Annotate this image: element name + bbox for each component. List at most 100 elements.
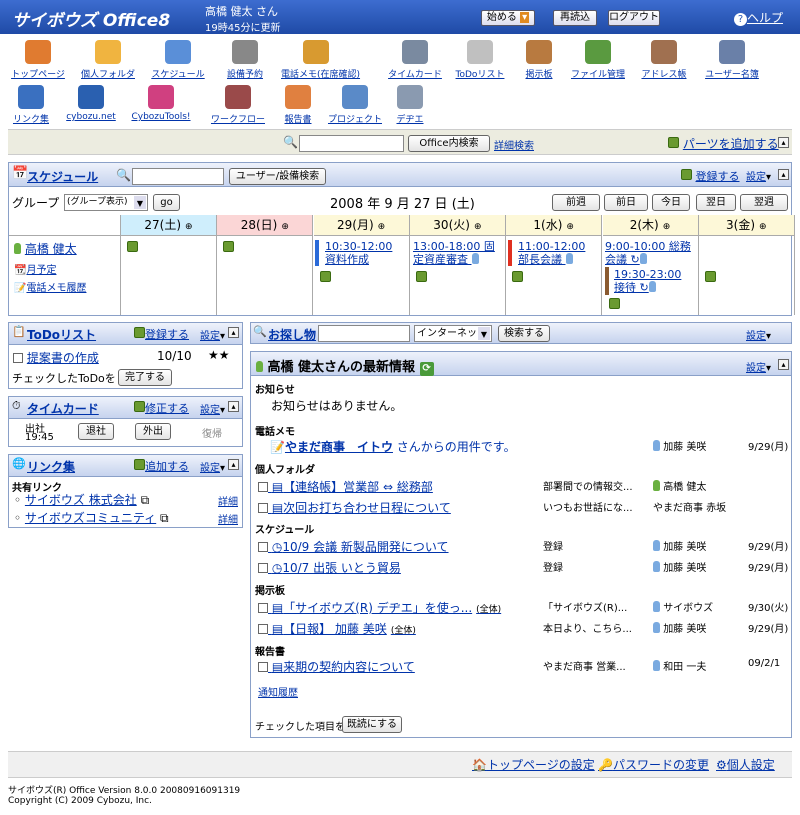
event-link[interactable]: 13:00-18:00 固定資産審査 <box>413 240 498 266</box>
schedule-title[interactable]: スケジュール <box>27 168 98 185</box>
day-header[interactable]: 30(火) ⊕ <box>409 215 506 235</box>
app-address-book[interactable]: アドレス帳 <box>629 40 699 80</box>
mark-read-button[interactable]: 既読にする <box>342 716 402 733</box>
reload-button[interactable]: 再読込 <box>553 10 597 26</box>
links-title[interactable]: リンク集 <box>27 458 75 475</box>
board-item[interactable]: ▤【日報】 加藤 美咲 (全体) <box>258 620 416 637</box>
app-label[interactable]: 個人フォルダ <box>73 67 143 80</box>
app-label[interactable]: ユーザー名簿 <box>697 67 767 80</box>
todo-register-link[interactable]: 登録する <box>134 326 189 342</box>
find-input[interactable] <box>318 325 410 342</box>
return-button[interactable]: 復帰 <box>202 425 222 440</box>
find-button[interactable]: 検索する <box>498 325 550 342</box>
group-select[interactable]: (グループ表示) ▼ <box>64 194 148 211</box>
checkbox[interactable] <box>258 603 268 613</box>
app-home[interactable]: トップページ <box>3 40 73 80</box>
go-out-button[interactable]: 外出 <box>135 423 171 440</box>
sched-item[interactable]: ◷10/9 会議 新製品開発について <box>258 538 449 555</box>
pencil-icon[interactable] <box>704 271 716 282</box>
office-search-button[interactable]: Office内検索 <box>408 135 490 152</box>
event-link[interactable]: 9:00-10:00 総務会議 ↻ <box>605 240 695 266</box>
app-file[interactable]: ファイル管理 <box>563 40 633 80</box>
top-page-settings-link[interactable]: 🏠トップページの設定 <box>472 756 595 773</box>
checkbox[interactable] <box>258 662 268 672</box>
app-label[interactable]: スケジュール <box>143 67 213 80</box>
app-label[interactable]: ファイル管理 <box>563 67 633 80</box>
cybozu-logo[interactable]: サイボウズ Office8 <box>12 6 170 31</box>
app-calendar[interactable]: スケジュール <box>143 40 213 80</box>
office-search-input[interactable] <box>299 135 404 152</box>
event-link[interactable]: 19:30-23:00 接待 ↻ <box>614 268 694 294</box>
app-facility[interactable]: 設備予約 <box>210 40 280 80</box>
refresh-icon[interactable]: ⟳ <box>419 362 434 376</box>
nav-1-button[interactable]: 前日 <box>604 194 648 211</box>
sched-item[interactable]: ◷10/7 出張 いとう貿易 <box>258 559 401 576</box>
find-settings-link[interactable]: 設定▾ <box>746 327 771 342</box>
event-link[interactable]: 10:30-12:00 資料作成 <box>325 240 400 266</box>
folder-title[interactable]: 次回お打ち合わせ日程について <box>283 501 451 515</box>
day-header[interactable]: 1(水) ⊕ <box>506 215 603 235</box>
app-tools[interactable]: CybozuTools! <box>126 85 196 122</box>
notification-history-link[interactable]: 通知履歴 <box>258 684 298 699</box>
collapse-icon[interactable]: ▴ <box>228 401 239 412</box>
detail-search-link[interactable]: 詳細検索 <box>494 137 534 152</box>
app-label[interactable]: 設備予約 <box>210 67 280 80</box>
add-parts-link[interactable]: パーツを追加する <box>668 135 779 152</box>
app-user-list[interactable]: ユーザー名簿 <box>697 40 767 80</box>
collapse-icon[interactable]: ▴ <box>778 169 789 180</box>
link-detail[interactable]: 詳細 <box>218 493 238 508</box>
app-phone-memo[interactable]: 電話メモ(在席確認) <box>281 40 360 80</box>
schedule-search-input[interactable] <box>132 168 224 185</box>
pencil-icon[interactable] <box>127 241 138 252</box>
board-title[interactable]: 【日報】 加藤 美咲 <box>283 622 387 636</box>
checkbox[interactable] <box>258 563 268 573</box>
day-cell[interactable] <box>121 235 217 315</box>
password-change-link[interactable]: 🔑パスワードの変更 <box>598 756 709 773</box>
timecard-edit-link[interactable]: 修正する <box>134 400 189 416</box>
nav-2-button[interactable]: 今日 <box>652 194 690 211</box>
start-button[interactable]: 始める ▾ <box>481 10 535 26</box>
schedule-settings-link[interactable]: 設定▾ <box>746 168 771 183</box>
app-label[interactable]: デヂエ <box>375 112 445 125</box>
app-label[interactable]: タイムカード <box>380 67 450 80</box>
collapse-icon[interactable]: ▴ <box>778 137 789 148</box>
app-label[interactable]: トップページ <box>3 67 73 80</box>
app-label[interactable]: 電話メモ(在席確認) <box>281 67 360 80</box>
checkbox[interactable] <box>258 503 268 513</box>
day-header[interactable]: 28(日) ⊕ <box>217 215 314 235</box>
shared-link-item[interactable]: ◦ サイボウズ 株式会社 ⧉ <box>14 491 149 508</box>
phone-history-link[interactable]: 📝電話メモ履歴 <box>14 279 86 294</box>
todo-title[interactable]: ToDoリスト <box>27 326 96 343</box>
find-title[interactable]: お探し物 <box>268 326 316 343</box>
nav-3-button[interactable]: 翌日 <box>696 194 736 211</box>
logout-button[interactable]: ログアウト <box>608 10 660 26</box>
pencil-icon[interactable] <box>223 241 235 252</box>
board-item[interactable]: ▤「サイボウズ(R) デヂエ」を使っ... (全体) <box>258 599 501 616</box>
links-add-link[interactable]: 追加する <box>134 458 189 474</box>
phone-memo-item[interactable]: 📝やまだ商事 イトウ さんからの用件です。 <box>270 438 516 455</box>
leave-button[interactable]: 退社 <box>78 423 114 440</box>
app-label[interactable]: cybozu.net <box>56 112 126 122</box>
day-header[interactable]: 29(月) ⊕ <box>313 215 410 235</box>
board-title[interactable]: 「サイボウズ(R) デヂエ」を使っ... <box>283 601 472 615</box>
checkbox[interactable] <box>258 624 268 634</box>
timecard-settings-link[interactable]: 設定▾ <box>200 401 225 416</box>
collapse-icon[interactable]: ▴ <box>228 327 239 338</box>
pencil-icon[interactable] <box>512 271 524 282</box>
sched-title[interactable]: 10/9 会議 新製品開発について <box>282 540 448 554</box>
checkbox[interactable] <box>258 542 268 552</box>
user-link[interactable]: 高橋 健太 <box>14 240 77 257</box>
links-settings-link[interactable]: 設定▾ <box>200 459 225 474</box>
report-title[interactable]: 来期の契約内容について <box>283 660 415 674</box>
sched-title[interactable]: 10/7 出張 いとう貿易 <box>282 561 401 575</box>
latest-settings-link[interactable]: 設定▾ <box>746 359 771 374</box>
app-cybozu-net[interactable]: cybozu.net <box>56 85 126 122</box>
pencil-icon[interactable] <box>608 298 620 309</box>
user-facility-search-button[interactable]: ユーザー/設備検索 <box>229 168 326 185</box>
pencil-icon[interactable] <box>319 271 331 282</box>
app-folder[interactable]: 個人フォルダ <box>73 40 143 80</box>
app-dezie[interactable]: デヂエ <box>375 85 445 125</box>
schedule-register-link[interactable]: 登録する <box>681 168 740 184</box>
help-link[interactable]: ? ヘルプ <box>734 9 783 26</box>
pencil-icon[interactable] <box>415 271 427 282</box>
